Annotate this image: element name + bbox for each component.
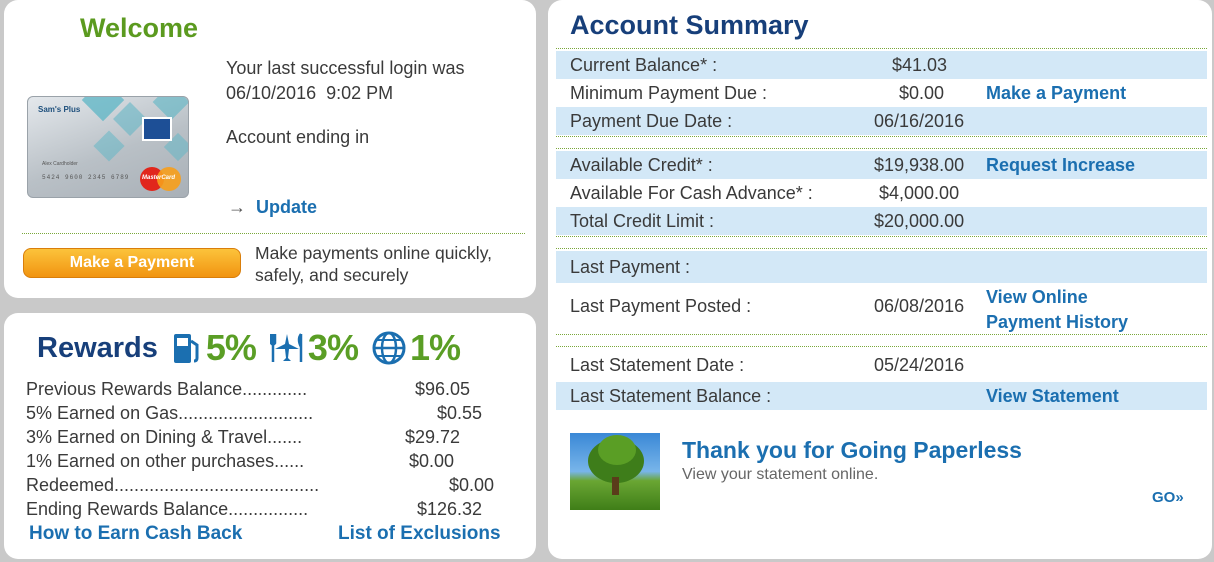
rewards-row-label: Ending Rewards Balance................ xyxy=(26,499,309,519)
make-payment-link[interactable]: Make a Payment xyxy=(986,79,1126,107)
globe-icon xyxy=(372,331,406,365)
row-value: $19,938.00 xyxy=(874,155,965,175)
row-value: $4,000.00 xyxy=(879,183,960,203)
link-line1: View Online xyxy=(986,287,1088,307)
other-percent: 1% xyxy=(409,327,461,368)
total-credit-limit-row: Total Credit Limit : $20,000.00 xyxy=(556,207,1207,235)
gas-percent: 5% xyxy=(205,327,257,368)
row-label: Last Statement Date : xyxy=(570,355,745,375)
account-ending-label: Account ending in xyxy=(226,127,370,147)
rewards-row-value: $0.00 xyxy=(449,475,495,495)
row-label: Available Credit* : xyxy=(570,155,713,175)
current-balance-row: Current Balance* : $41.03 xyxy=(556,51,1207,79)
view-statement-link[interactable]: View Statement xyxy=(986,382,1119,410)
divider xyxy=(556,334,1207,335)
row-label: Payment Due Date : xyxy=(570,111,733,131)
request-increase-link[interactable]: Request Increase xyxy=(986,151,1135,179)
dining-travel-icon xyxy=(269,333,303,362)
rewards-row-value: $96.05 xyxy=(415,379,471,399)
rewards-row: Previous Rewards Balance............. $96… xyxy=(26,379,506,403)
last-login-datetime: 06/10/2016 9:02 PM xyxy=(226,83,394,103)
rewards-row-label: 1% Earned on other purchases...... xyxy=(26,451,305,471)
card-number: 5424 9600 2345 6789 xyxy=(42,174,130,181)
payment-description-line2: safely, and securely xyxy=(255,265,409,285)
make-payment-button[interactable]: Make a Payment xyxy=(23,248,241,278)
divider xyxy=(556,248,1207,249)
welcome-panel: Welcome Sam's Plus Alex Cardholder 5424 … xyxy=(4,0,536,298)
account-summary-title: Account Summary xyxy=(570,10,809,40)
sams-club-logo-icon xyxy=(142,117,172,141)
card-brand: Sam's Plus xyxy=(38,105,81,114)
travel-percent: 3% xyxy=(307,327,359,368)
rewards-row: 3% Earned on Dining & Travel....... $29.7… xyxy=(26,427,506,451)
row-label: Last Statement Balance : xyxy=(570,386,772,406)
rewards-panel: Rewards 5% 3% 1% Previous Rewards Balanc… xyxy=(4,313,536,559)
go-link[interactable]: GO» xyxy=(1152,489,1184,506)
row-label: Last Payment : xyxy=(570,257,691,277)
divider xyxy=(556,346,1207,347)
list-of-exclusions-link[interactable]: List of Exclusions xyxy=(338,523,501,545)
credit-card-image: Sam's Plus Alex Cardholder 5424 9600 234… xyxy=(27,96,189,198)
rewards-row-label: Previous Rewards Balance............. xyxy=(26,379,308,399)
row-value: 05/24/2016 xyxy=(874,355,965,375)
link-line2: Payment History xyxy=(986,312,1129,332)
card-holder-name: Alex Cardholder xyxy=(42,161,78,167)
rewards-row-value: $126.32 xyxy=(417,499,483,519)
rewards-title: Rewards xyxy=(37,331,158,364)
rewards-table: Previous Rewards Balance............. $96… xyxy=(26,379,506,523)
last-statement-date-row: Last Statement Date : 05/24/2016 xyxy=(556,351,1207,379)
rewards-row-value: $0.00 xyxy=(409,451,455,471)
gas-pump-icon xyxy=(173,334,199,363)
paperless-promo-subtitle: View your statement online. xyxy=(682,466,879,483)
row-value: 06/08/2016 xyxy=(874,296,965,316)
row-value: $20,000.00 xyxy=(874,211,965,231)
account-summary-panel: Account Summary Current Balance* : $41.0… xyxy=(548,0,1212,559)
cash-advance-row: Available For Cash Advance* : $4,000.00 xyxy=(556,179,1207,207)
rewards-row-label: Redeemed................................… xyxy=(26,475,320,495)
view-payment-history-link[interactable]: View Online Payment History xyxy=(986,285,1128,335)
rewards-row-label: 3% Earned on Dining & Travel....... xyxy=(26,427,303,447)
row-value: $0.00 xyxy=(899,83,945,103)
how-to-earn-link[interactable]: How to Earn Cash Back xyxy=(29,523,242,545)
divider xyxy=(556,136,1207,137)
paperless-promo-title: Thank you for Going Paperless xyxy=(682,437,1022,463)
row-label: Current Balance* : xyxy=(570,55,718,75)
rewards-row: 5% Earned on Gas........................… xyxy=(26,403,506,427)
update-label: Update xyxy=(256,197,318,217)
rewards-row: Redeemed................................… xyxy=(26,475,506,499)
row-label: Total Credit Limit : xyxy=(570,211,715,231)
update-link[interactable]: → Update xyxy=(228,197,317,218)
rewards-row-label: 5% Earned on Gas........................… xyxy=(26,403,314,423)
payment-description-line1: Make payments online quickly, xyxy=(255,243,493,263)
arrow-right-icon: → xyxy=(228,197,246,217)
row-label: Last Payment Posted : xyxy=(570,296,752,316)
divider xyxy=(556,236,1207,237)
rewards-row-value: $29.72 xyxy=(405,427,461,447)
rewards-row: Ending Rewards Balance................ $1… xyxy=(26,499,506,523)
available-credit-row: Available Credit* : $19,938.00 Request I… xyxy=(556,151,1207,179)
row-label: Minimum Payment Due : xyxy=(570,83,768,103)
rewards-header: Rewards 5% 3% 1% xyxy=(37,327,474,368)
last-payment-row: Last Payment : xyxy=(556,251,1207,283)
last-payment-posted-row: Last Payment Posted : 06/08/2016 View On… xyxy=(556,283,1207,333)
rewards-row: 1% Earned on other purchases...... $0.00 xyxy=(26,451,506,475)
last-login-info: Your last successful login was 06/10/201… xyxy=(226,56,464,106)
payment-description: Make payments online quickly, safely, an… xyxy=(255,242,492,286)
last-statement-balance-row: Last Statement Balance : View Statement xyxy=(556,382,1207,410)
row-value: 06/16/2016 xyxy=(874,111,965,131)
row-value: $41.03 xyxy=(892,55,948,75)
welcome-title: Welcome xyxy=(80,13,199,43)
rewards-row-value: $0.55 xyxy=(437,403,483,423)
last-login-label: Your last successful login was xyxy=(226,58,465,78)
tree-image xyxy=(570,433,660,510)
divider xyxy=(556,148,1207,149)
minimum-payment-row: Minimum Payment Due : $0.00 Make a Payme… xyxy=(556,79,1207,107)
divider xyxy=(22,233,525,234)
row-label: Available For Cash Advance* : xyxy=(570,183,813,203)
divider xyxy=(556,48,1207,49)
payment-due-date-row: Payment Due Date : 06/16/2016 xyxy=(556,107,1207,135)
mastercard-logo-icon: MasterCard xyxy=(140,167,182,192)
